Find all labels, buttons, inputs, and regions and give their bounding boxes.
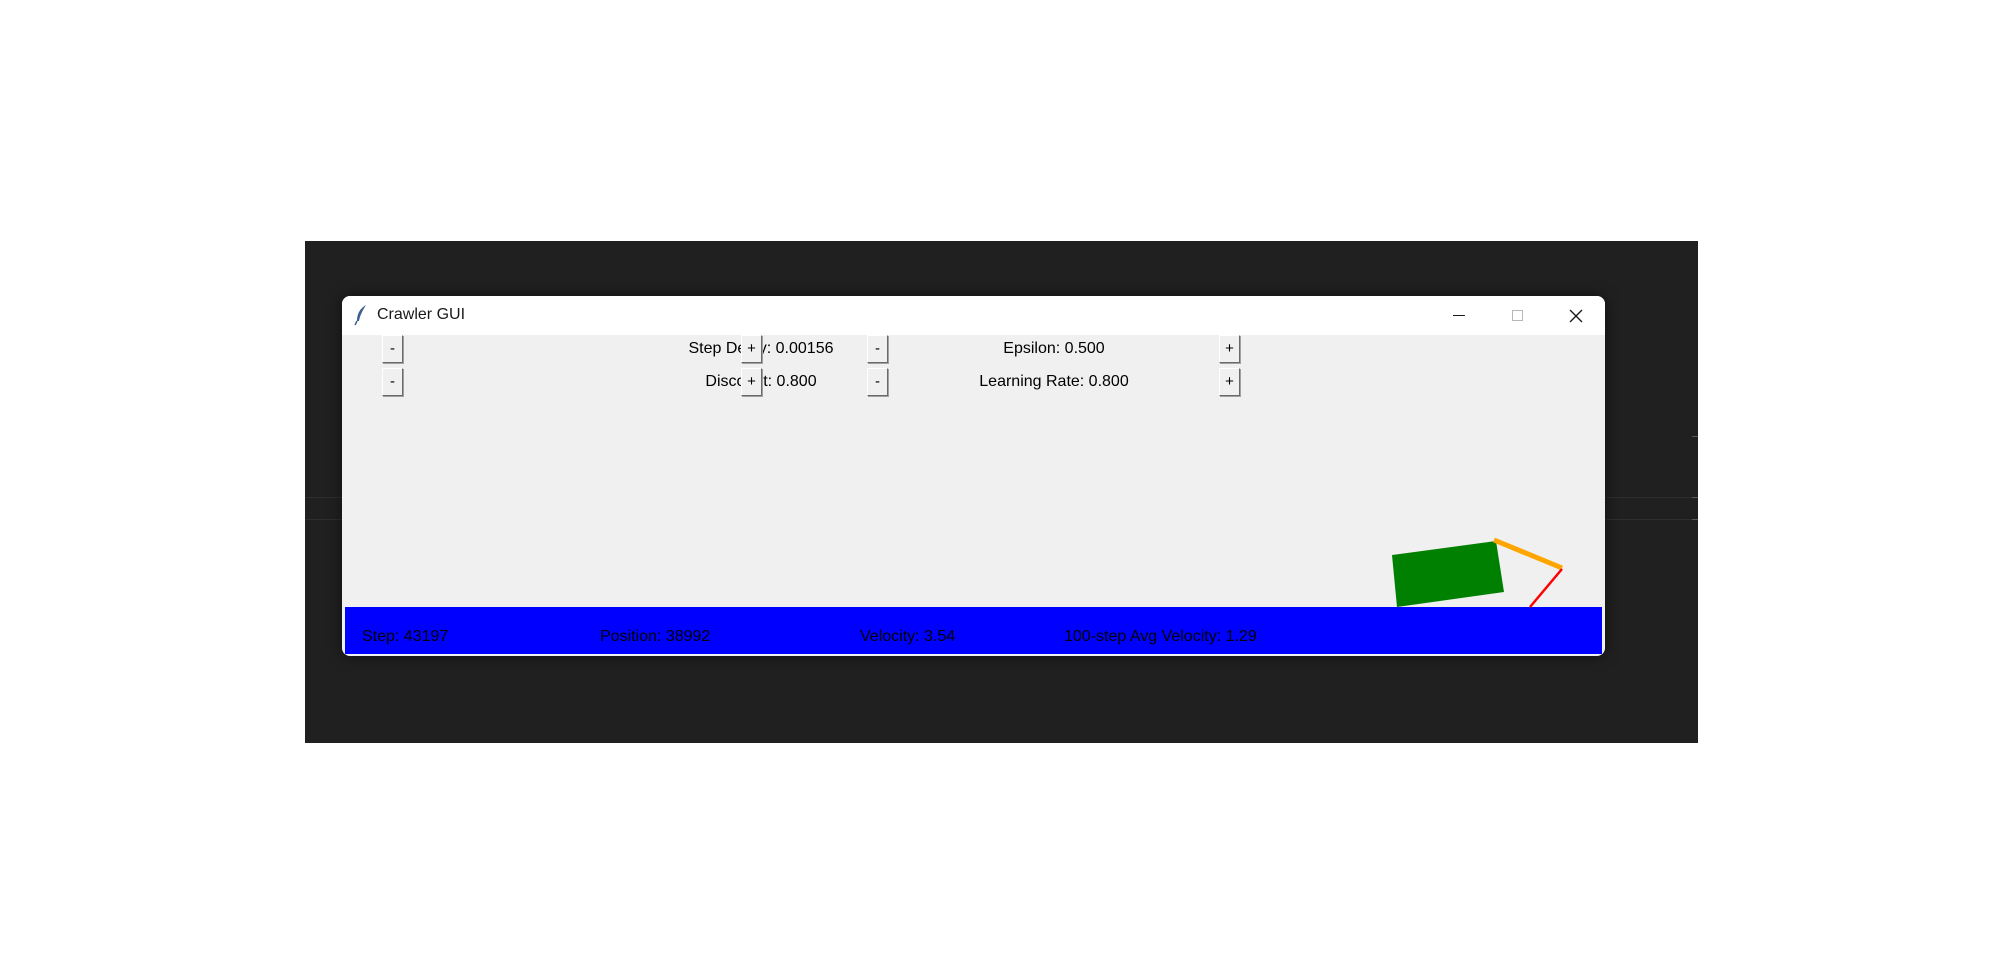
desktop-tick (1692, 497, 1698, 498)
crawler-canvas (1392, 537, 1563, 608)
crawler-window: Crawler GUI - Step Delay: 0.00156 + - Di… (342, 296, 1605, 656)
crawler-arm (1493, 537, 1563, 571)
position-readout: Position: 38992 (600, 628, 711, 645)
desktop-tick (1692, 436, 1698, 437)
crawler-body (1392, 541, 1504, 607)
desktop-tick (1692, 519, 1698, 520)
velocity-readout: Velocity: 3.54 (860, 628, 956, 645)
avg-velocity-readout: 100-step Avg Velocity: 1.29 (1064, 628, 1257, 645)
crawler-hand (1529, 568, 1563, 608)
step-counter: Step: 43197 (362, 628, 449, 645)
